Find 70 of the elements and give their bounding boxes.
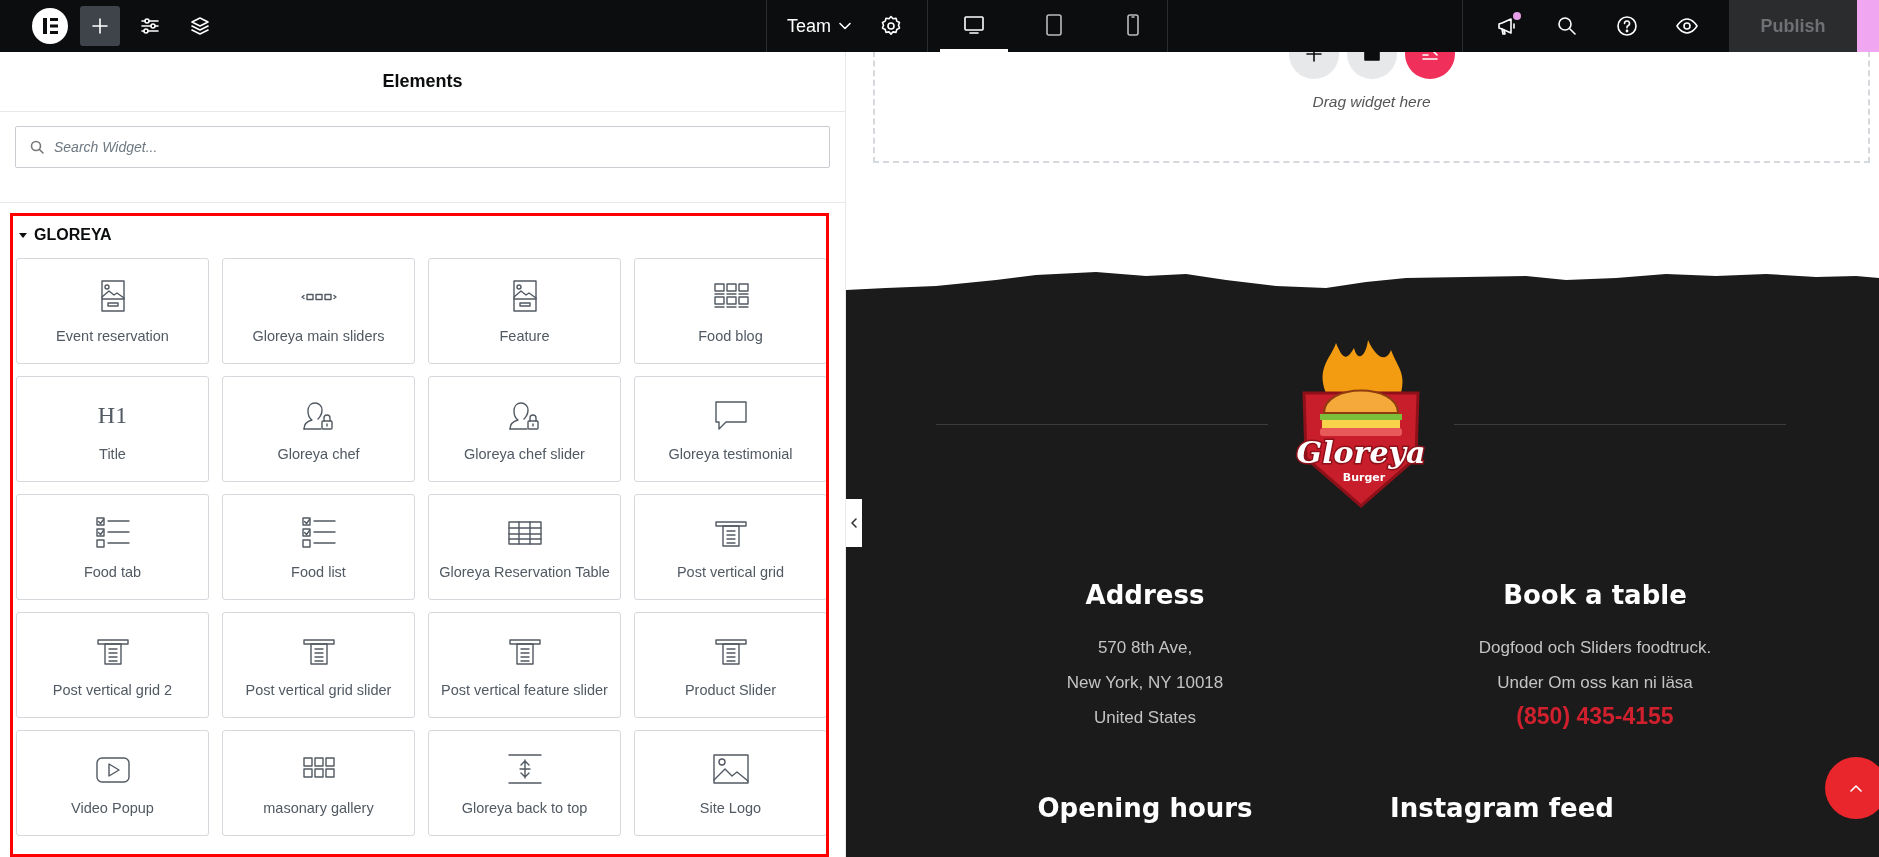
widget-card[interactable]: Gloreya Reservation Table [428, 494, 621, 600]
widget-label: Post vertical grid [676, 564, 785, 580]
widget-label: Gloreya testimonial [668, 446, 793, 462]
slider-icon [300, 293, 337, 301]
logo-subtitle: Burger [1342, 471, 1386, 484]
widget-card[interactable]: Gloreya main sliders [222, 258, 415, 364]
widget-card[interactable]: Event reservation [16, 258, 209, 364]
widget-card[interactable]: Gloreya back to top [428, 730, 621, 836]
widget-card[interactable]: Video Popup [16, 730, 209, 836]
footer-text: Under Om oss kan ni läsa [1497, 672, 1693, 694]
widget-label: Gloreya main sliders [252, 328, 385, 344]
widget-label: Food blog [698, 328, 763, 344]
widget-label: Video Popup [71, 800, 154, 816]
add-button[interactable] [80, 6, 120, 46]
widget-card[interactable]: Post vertical feature slider [428, 612, 621, 718]
heading-icon: H1 [97, 401, 128, 429]
widget-card[interactable]: Gloreya chef [222, 376, 415, 482]
widget-label: Post vertical grid 2 [52, 682, 173, 698]
widget-card[interactable]: Post vertical grid 2 [16, 612, 209, 718]
widget-card[interactable]: Gloreya chef slider [428, 376, 621, 482]
collapse-panel-button[interactable] [846, 499, 862, 547]
widget-card[interactable]: Site Logo [634, 730, 826, 836]
widget-label: Product Slider [684, 682, 777, 698]
widget-label: Post vertical feature slider [441, 682, 608, 698]
footer-text: United States [1093, 707, 1197, 729]
footer-text: Dogfood och Sliders foodtruck. [1478, 637, 1712, 659]
panel-title: Elements [382, 71, 463, 92]
widget-label: Feature [499, 328, 550, 344]
layers-icon [188, 14, 212, 38]
widget-label: Title [99, 446, 126, 462]
category-header[interactable]: GLOREYA [18, 224, 112, 246]
chevron-down-icon [839, 22, 851, 30]
widget-card[interactable]: Post vertical grid slider [222, 612, 415, 718]
help-icon [1615, 14, 1639, 38]
widget-label: Gloreya chef slider [464, 446, 585, 462]
widget-card[interactable]: H1 Title [16, 376, 209, 482]
widget-card[interactable]: Feature [428, 258, 621, 364]
site-menu-button[interactable]: Team [787, 6, 851, 46]
widget-label: masonary gallery [263, 800, 374, 816]
section-heading: Address [1085, 580, 1205, 610]
widget-label: Food list [291, 564, 346, 580]
gear-icon [879, 14, 903, 38]
section-heading: Book a table [1503, 580, 1687, 610]
search-icon [1555, 14, 1579, 38]
section-heading: Opening hours [1037, 793, 1253, 823]
widget-card[interactable]: masonary gallery [222, 730, 415, 836]
widget-label: Post vertical grid slider [245, 682, 392, 698]
edge-strip [1857, 0, 1879, 52]
widget-label: Food tab [83, 564, 142, 580]
footer-text: 570 8th Ave, [1097, 637, 1193, 659]
widget-label: Gloreya chef [277, 446, 360, 462]
caret-icon [18, 230, 28, 240]
search-field[interactable]: Search Widget... [15, 126, 830, 168]
widget-label: Gloreya back to top [461, 800, 588, 816]
chevron-left-icon [848, 517, 860, 529]
widget-card[interactable]: Food list [222, 494, 415, 600]
drop-hint: Drag widget here [1312, 93, 1431, 111]
widget-label: Gloreya Reservation Table [439, 564, 610, 580]
widget-card[interactable]: Product Slider [634, 612, 826, 718]
widget-card[interactable]: Post vertical grid [634, 494, 826, 600]
section-heading: Instagram feed [1390, 793, 1614, 823]
widget-card[interactable]: Gloreya testimonial [634, 376, 826, 482]
widget-label: Site Logo [699, 800, 762, 816]
logo-button[interactable] [30, 6, 70, 46]
widget-label: Event reservation [56, 328, 169, 344]
widget-card[interactable]: Food blog [634, 258, 826, 364]
footer-text: New York, NY 10018 [1066, 672, 1224, 694]
template-icon [1421, 52, 1438, 60]
logo-icon [32, 8, 68, 44]
widget-card[interactable]: Food tab [16, 494, 209, 600]
